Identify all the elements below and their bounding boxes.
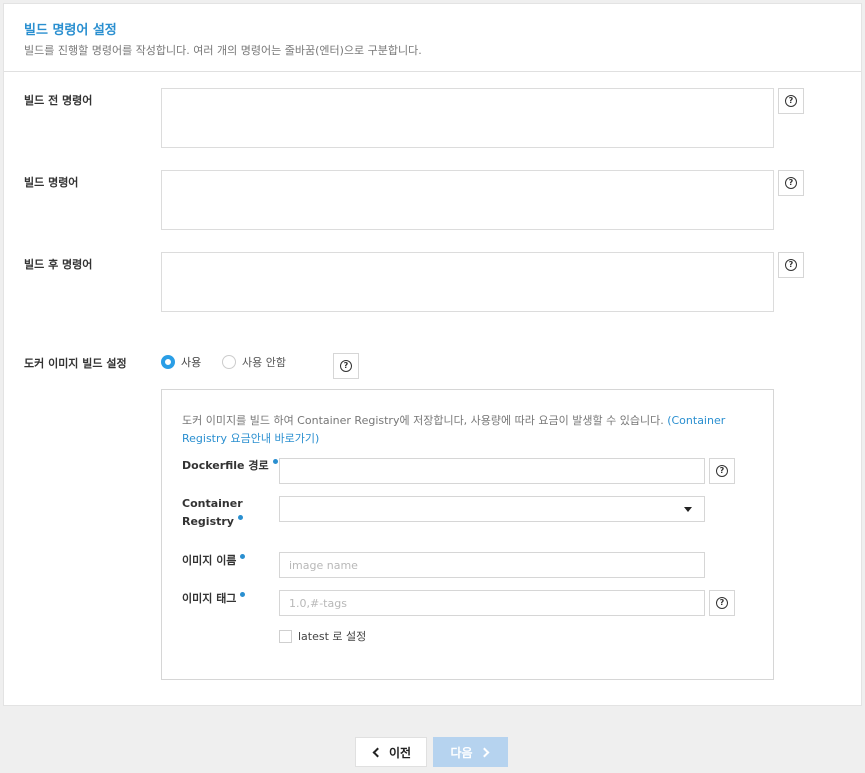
required-indicator — [272, 459, 278, 464]
required-indicator — [237, 515, 243, 520]
pre-build-textarea[interactable] — [161, 88, 774, 148]
build-label: 빌드 명령어 — [24, 176, 79, 189]
latest-checkbox[interactable]: latest 로 설정 — [279, 628, 366, 644]
dockerfile-path-label-text: Dockerfile 경로 — [182, 459, 269, 472]
dockerfile-path-input[interactable] — [279, 458, 705, 484]
container-registry-select[interactable] — [279, 496, 705, 522]
next-button[interactable]: 다음 — [433, 737, 508, 767]
chevron-right-icon — [479, 747, 489, 757]
page-subtitle: 빌드를 진행할 명령어를 작성합니다. 여러 개의 명령어는 줄바꿈(엔터)으로… — [24, 44, 422, 57]
build-command-panel: 빌드 명령어 설정 빌드를 진행할 명령어를 작성합니다. 여러 개의 명령어는… — [3, 3, 862, 706]
pre-build-label: 빌드 전 명령어 — [24, 94, 93, 107]
post-build-textarea[interactable] — [161, 252, 774, 312]
docker-notice: 도커 이미지를 빌드 하여 Container Registry에 저장합니다,… — [182, 412, 742, 448]
image-tag-help-button[interactable]: ? — [709, 590, 735, 616]
help-circle-icon: ? — [785, 259, 797, 271]
help-circle-icon: ? — [785, 177, 797, 189]
image-tag-label: 이미지 태그 — [182, 590, 246, 608]
page-title: 빌드 명령어 설정 — [24, 23, 117, 38]
radio-not-use[interactable]: 사용 안함 — [222, 354, 286, 370]
docker-settings-box: 도커 이미지를 빌드 하여 Container Registry에 저장합니다,… — [161, 389, 774, 680]
radio-use-label: 사용 — [181, 356, 202, 369]
required-indicator — [240, 592, 246, 597]
build-textarea[interactable] — [161, 170, 774, 230]
radio-indicator — [161, 355, 175, 369]
panel-header: 빌드 명령어 설정 빌드를 진행할 명령어를 작성합니다. 여러 개의 명령어는… — [4, 4, 861, 72]
radio-use[interactable]: 사용 — [161, 354, 201, 370]
docker-help-button[interactable]: ? — [333, 353, 359, 379]
post-build-label: 빌드 후 명령어 — [24, 258, 93, 271]
chevron-left-icon — [372, 747, 383, 757]
radio-indicator — [222, 355, 236, 369]
container-registry-label-line1: Container — [182, 497, 243, 510]
next-button-label: 다음 — [450, 745, 473, 760]
build-help-button[interactable]: ? — [778, 170, 804, 196]
image-tag-input[interactable] — [279, 590, 705, 616]
help-circle-icon: ? — [340, 360, 352, 372]
help-circle-icon: ? — [785, 95, 797, 107]
dockerfile-help-button[interactable]: ? — [709, 458, 735, 484]
help-circle-icon: ? — [716, 465, 728, 477]
post-build-help-button[interactable]: ? — [778, 252, 804, 278]
latest-checkbox-label: latest 로 설정 — [298, 630, 367, 643]
caret-down-icon — [684, 507, 692, 512]
checkbox-box — [279, 629, 292, 643]
image-name-label: 이미지 이름 — [182, 552, 246, 570]
radio-not-use-label: 사용 안함 — [242, 356, 286, 369]
image-name-label-text: 이미지 이름 — [182, 554, 237, 567]
prev-button[interactable]: 이전 — [355, 737, 427, 767]
prev-button-label: 이전 — [388, 745, 412, 760]
image-tag-label-text: 이미지 태그 — [182, 592, 237, 605]
image-name-input[interactable] — [279, 552, 705, 578]
container-registry-label: Container Registry — [182, 495, 243, 531]
docker-notice-text: 도커 이미지를 빌드 하여 Container Registry에 저장합니다,… — [182, 414, 668, 427]
help-circle-icon: ? — [716, 597, 728, 609]
docker-build-label: 도커 이미지 빌드 설정 — [24, 357, 127, 370]
dockerfile-path-label: Dockerfile 경로 — [182, 457, 278, 475]
required-indicator — [240, 554, 246, 559]
pre-build-help-button[interactable]: ? — [778, 88, 804, 114]
container-registry-label-line2: Registry — [182, 515, 234, 528]
